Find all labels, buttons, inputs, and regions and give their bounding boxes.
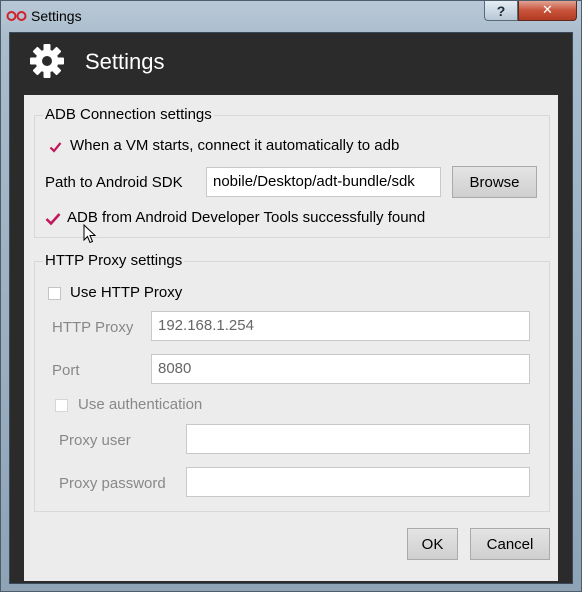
proxy-password-label: Proxy password — [59, 475, 166, 492]
mouse-cursor-icon — [83, 224, 97, 244]
dialog-client: Settings ADB Connection settings When a … — [9, 32, 573, 584]
adb-group-title: ADB Connection settings — [43, 106, 214, 123]
sdk-path-label: Path to Android SDK — [45, 174, 183, 191]
proxy-password-input[interactable] — [186, 467, 530, 497]
proxy-user-input[interactable] — [186, 424, 530, 454]
title-bar[interactable]: Settings ? ✕ — [1, 1, 581, 33]
http-proxy-label: HTTP Proxy — [52, 319, 134, 336]
help-icon: ? — [496, 2, 506, 19]
auto-connect-label[interactable]: When a VM starts, connect it automatical… — [70, 137, 399, 154]
port-input[interactable]: 8080 — [151, 354, 530, 384]
adb-settings-group: ADB Connection settings When a VM starts… — [34, 106, 550, 238]
sdk-path-input[interactable]: nobile/Desktop/adt-bundle/sdk — [206, 167, 441, 197]
cancel-button[interactable]: Cancel — [470, 528, 550, 560]
success-check-icon — [45, 213, 61, 226]
use-proxy-checkbox[interactable] — [48, 287, 61, 300]
proxy-settings-group: HTTP Proxy settings Use HTTP Proxy HTTP … — [34, 252, 550, 512]
browse-button[interactable]: Browse — [452, 166, 537, 198]
auto-connect-checkbox[interactable] — [48, 140, 62, 153]
checkmark-icon — [49, 142, 62, 153]
settings-window: Settings ? ✕ Settings ADB Connection set… — [0, 0, 582, 592]
dialog-header: Settings — [10, 33, 572, 93]
adb-status-text: ADB from Android Developer Tools success… — [67, 209, 426, 226]
proxy-group-title: HTTP Proxy settings — [43, 252, 185, 269]
gear-icon — [30, 44, 64, 78]
close-button[interactable]: ✕ — [518, 1, 577, 21]
use-proxy-label[interactable]: Use HTTP Proxy — [70, 284, 182, 301]
page-title: Settings — [85, 49, 165, 74]
port-label: Port — [52, 362, 80, 379]
use-auth-checkbox[interactable] — [55, 399, 68, 412]
app-logo-icon — [6, 11, 27, 21]
use-auth-label[interactable]: Use authentication — [78, 396, 202, 413]
settings-panel: ADB Connection settings When a VM starts… — [24, 95, 558, 581]
ok-button[interactable]: OK — [407, 528, 458, 560]
close-icon: ✕ — [542, 3, 553, 18]
window-title: Settings — [31, 8, 82, 24]
proxy-user-label: Proxy user — [59, 432, 131, 449]
help-button[interactable]: ? — [484, 1, 518, 21]
http-proxy-input[interactable]: 192.168.1.254 — [151, 311, 530, 341]
